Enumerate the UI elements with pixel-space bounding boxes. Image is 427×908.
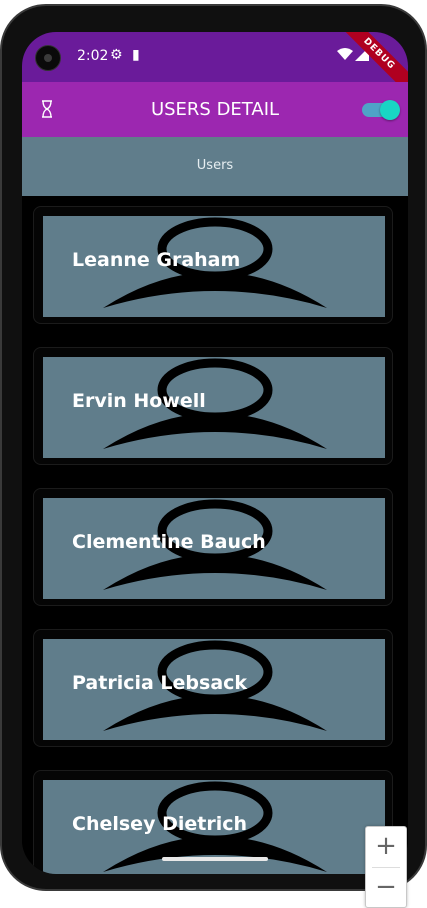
status-bar: 2:02 ⚙ ▮ DEBUG [22, 32, 408, 99]
user-card[interactable]: Ervin Howell [33, 347, 393, 465]
device-screen: 2:02 ⚙ ▮ DEBUG USERS DETAIL Users Leanne… [22, 32, 408, 874]
tab-bar: Users [22, 137, 408, 196]
user-name: Patricia Lebsack [72, 672, 248, 694]
zoom-in-button[interactable]: + [366, 827, 406, 865]
zoom-controls: + − [365, 826, 407, 908]
user-name: Chelsey Dietrich [72, 813, 247, 835]
user-list[interactable]: Leanne Graham Ervin Howell Clementine Ba… [22, 196, 408, 874]
user-name: Clementine Bauch [72, 531, 266, 553]
gear-icon: ⚙ [110, 47, 123, 63]
user-name: Leanne Graham [72, 249, 241, 271]
camera-icon [35, 45, 61, 71]
sd-card-icon: ▮ [132, 47, 140, 63]
user-card-image: Leanne Graham [43, 216, 385, 317]
phone-frame: 2:02 ⚙ ▮ DEBUG USERS DETAIL Users Leanne… [0, 4, 427, 891]
toggle-thumb [380, 100, 400, 120]
user-name: Ervin Howell [72, 390, 206, 412]
wifi-icon [337, 47, 353, 65]
tab-users[interactable]: Users [22, 158, 408, 173]
page-title: USERS DETAIL [150, 99, 280, 120]
user-card-image: Patricia Lebsack [43, 639, 385, 740]
user-card[interactable]: Leanne Graham [33, 206, 393, 324]
zoom-out-button[interactable]: − [366, 868, 406, 906]
wifi-glyph [337, 48, 353, 60]
theme-toggle[interactable] [362, 100, 400, 120]
user-card-image: Clementine Bauch [43, 498, 385, 599]
user-card-image: Ervin Howell [43, 357, 385, 458]
status-time: 2:02 [77, 48, 109, 64]
app-bar: USERS DETAIL [22, 82, 408, 137]
user-card[interactable]: Patricia Lebsack [33, 629, 393, 747]
user-card[interactable]: Clementine Bauch [33, 488, 393, 606]
gesture-nav-bar[interactable] [162, 857, 268, 861]
